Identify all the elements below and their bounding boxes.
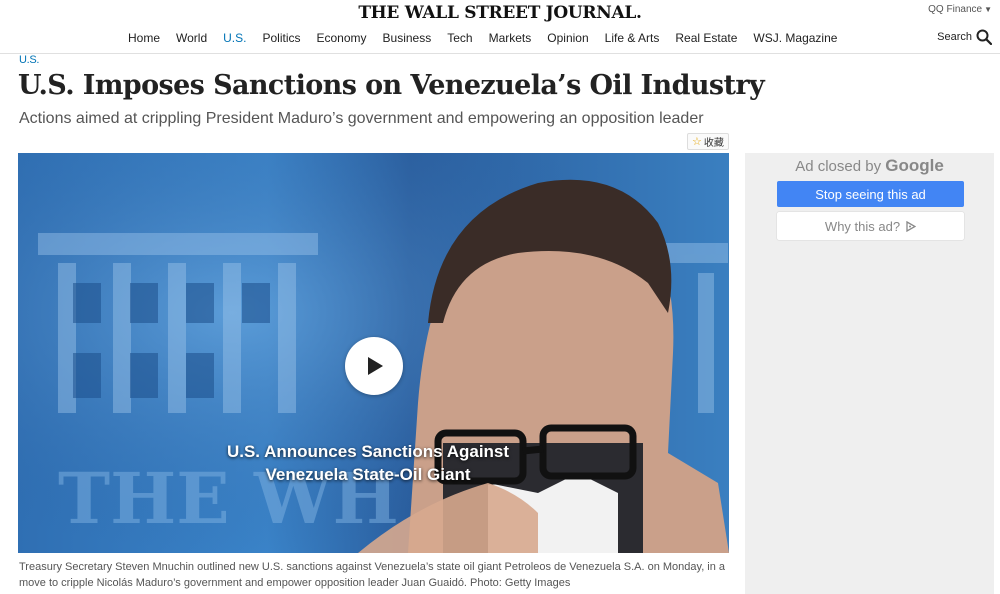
nav-item-business[interactable]: Business: [375, 31, 440, 45]
why-this-ad-button[interactable]: Why this ad?: [777, 212, 964, 240]
edition-label: QQ Finance: [928, 4, 983, 15]
star-icon: ☆: [692, 136, 702, 148]
wsj-logo[interactable]: THE WALL STREET JOURNAL.: [0, 3, 1000, 23]
video-caption: Treasury Secretary Steven Mnuchin outlin…: [19, 561, 726, 589]
google-logo: Google: [885, 156, 944, 175]
video-player[interactable]: THE WH U.S. Announces Sanctions Against …: [18, 153, 729, 553]
nav-item-economy[interactable]: Economy: [309, 31, 375, 45]
favorite-label: 收藏: [703, 138, 724, 149]
ad-choices-icon: [906, 220, 917, 232]
search-button[interactable]: Search: [937, 29, 992, 45]
video-title-line1: U.S. Announces Sanctions Against: [226, 442, 510, 461]
video-title: U.S. Announces Sanctions Against Venezue…: [168, 440, 568, 486]
ad-slot: Ad closed by Google Stop seeing this ad …: [745, 153, 994, 594]
nav-item-world[interactable]: World: [168, 31, 215, 45]
nav-item-markets[interactable]: Markets: [481, 31, 540, 45]
nav-item-real-estate[interactable]: Real Estate: [667, 31, 745, 45]
stop-seeing-ad-button[interactable]: Stop seeing this ad: [777, 181, 964, 207]
nav-item-wsj-magazine[interactable]: WSJ. Magazine: [745, 31, 845, 45]
favorite-button[interactable]: ☆ 收藏: [687, 133, 729, 150]
section-link[interactable]: U.S.: [19, 54, 40, 66]
nav-item-politics[interactable]: Politics: [254, 31, 308, 45]
caret-down-icon: ▼: [984, 5, 992, 14]
search-icon: [976, 29, 992, 45]
nav-item-life-arts[interactable]: Life & Arts: [597, 31, 668, 45]
edition-selector[interactable]: QQ Finance ▼: [928, 4, 992, 15]
nav-item-home[interactable]: Home: [120, 31, 168, 45]
nav-item-tech[interactable]: Tech: [439, 31, 480, 45]
main-nav: Home World U.S. Politics Economy Busines…: [120, 31, 845, 45]
masthead: THE WALL STREET JOURNAL. QQ Finance ▼ Hom…: [0, 0, 1000, 54]
nav-item-opinion[interactable]: Opinion: [539, 31, 596, 45]
ad-closed-prefix: Ad closed by: [795, 158, 882, 175]
search-label: Search: [937, 31, 972, 43]
nav-item-us[interactable]: U.S.: [215, 31, 254, 45]
ad-closed-notice: Ad closed by Google: [745, 156, 994, 176]
article-headline: U.S. Imposes Sanctions on Venezuela’s Oi…: [18, 70, 765, 101]
play-icon: [368, 357, 383, 375]
video-title-line2: Venezuela State-Oil Giant: [265, 465, 471, 484]
why-this-ad-label: Why this ad?: [824, 218, 901, 234]
article-dek: Actions aimed at crippling President Mad…: [19, 110, 704, 127]
play-button[interactable]: [345, 337, 403, 395]
